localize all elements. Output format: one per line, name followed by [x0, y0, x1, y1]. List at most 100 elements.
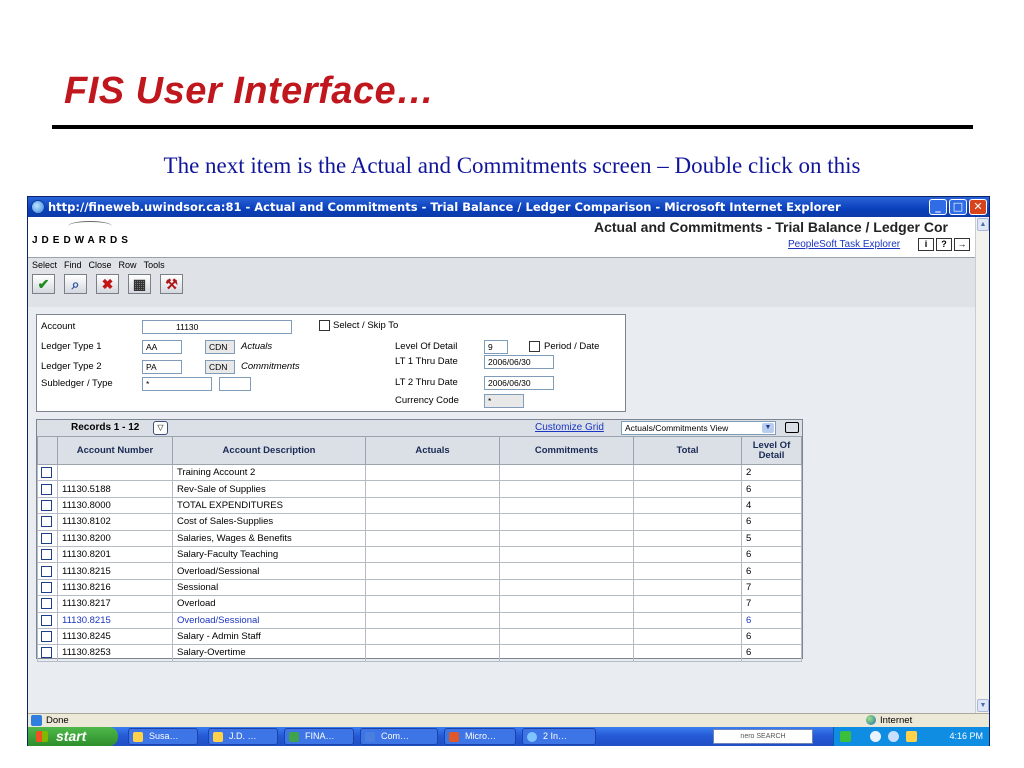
taskbar-item-com[interactable]: Com…: [360, 728, 438, 745]
close-x-icon[interactable]: ✖: [96, 274, 119, 294]
scroll-up-icon[interactable]: ▲: [977, 218, 989, 231]
row-grid-icon[interactable]: ▦: [128, 274, 151, 294]
tray-volume-icon[interactable]: [906, 731, 917, 742]
tray-messenger-icon[interactable]: [888, 731, 899, 742]
page-content: JDEDWARDS Actual and Commitments - Trial…: [28, 217, 975, 713]
nero-search-box[interactable]: nero SEARCH: [713, 729, 813, 744]
table-row[interactable]: 11130.8201 Salary-Faculty Teaching 6: [37, 545, 802, 564]
row-checkbox[interactable]: [41, 581, 52, 593]
col-commitments[interactable]: Commitments: [499, 436, 634, 465]
grid-toolbar: Records 1 - 12 ▽ Customize Grid Actuals/…: [37, 420, 802, 436]
menu-tools[interactable]: Tools: [144, 260, 165, 270]
grid-expand-icon[interactable]: [785, 422, 799, 433]
internet-explorer-icon: [31, 200, 45, 214]
taskbar-item-susa[interactable]: Susa…: [128, 728, 198, 745]
table-row[interactable]: 11130.8215 Overload/Sessional 6: [37, 611, 802, 629]
cell-account: 11130.8200: [57, 529, 173, 547]
col-account-number[interactable]: Account Number: [57, 436, 173, 465]
peoplesoft-task-explorer-link[interactable]: PeopleSoft Task Explorer: [788, 239, 900, 250]
grid-view-select[interactable]: Actuals/Commitments View ▼: [621, 421, 776, 435]
row-checkbox[interactable]: [41, 598, 52, 610]
cell-total: [633, 611, 742, 629]
cell-actuals: [365, 463, 500, 482]
cell-level: 7: [741, 578, 802, 597]
table-row[interactable]: 11130.8200 Salaries, Wages & Benefits 5: [37, 529, 802, 547]
col-level-of-detail[interactable]: Level Of Detail: [741, 436, 802, 465]
table-row[interactable]: 11130.8253 Salary-Overtime 6: [37, 644, 802, 662]
customize-grid-link[interactable]: Customize Grid: [535, 422, 604, 433]
cell-level: 6: [741, 611, 802, 629]
table-row[interactable]: 11130.8215 Overload/Sessional 6: [37, 562, 802, 580]
select-skip-checkbox[interactable]: [319, 320, 330, 331]
cell-account: 11130.8102: [57, 513, 173, 531]
period-date-checkbox[interactable]: [529, 341, 540, 352]
subledger-type-field[interactable]: [219, 377, 251, 391]
subledger-field[interactable]: *: [142, 377, 212, 391]
cell-actuals: [365, 578, 500, 597]
row-checkbox[interactable]: [41, 532, 52, 544]
system-tray: 4:16 PM: [833, 727, 989, 746]
cell-description: Overload: [172, 595, 366, 613]
cell-account: [57, 463, 173, 482]
row-checkbox[interactable]: [41, 549, 52, 561]
col-actuals[interactable]: Actuals: [365, 436, 500, 465]
window-title: http://fineweb.uwindsor.ca:81 - Actual a…: [48, 200, 841, 214]
row-checkbox[interactable]: [41, 467, 52, 479]
taskbar-item-fina[interactable]: FINA…: [284, 728, 354, 745]
table-row[interactable]: 11130.8217 Overload 7: [37, 595, 802, 613]
start-button[interactable]: start: [28, 727, 118, 746]
records-dropdown-icon[interactable]: ▽: [153, 421, 168, 435]
lt1-thru-date-field[interactable]: 2006/06/30: [484, 355, 554, 369]
taskbar-item-ie[interactable]: 2 In…: [522, 728, 596, 745]
tray-arrow-icon[interactable]: [840, 731, 851, 742]
taskbar-item-jd[interactable]: J.D. …: [208, 728, 278, 745]
scroll-down-icon[interactable]: ▼: [977, 699, 989, 712]
find-magnifier-icon[interactable]: ⌕: [64, 274, 87, 294]
cell-account: 11130.8216: [57, 578, 173, 597]
taskbar-clock: 4:16 PM: [949, 731, 983, 741]
row-checkbox[interactable]: [41, 516, 52, 528]
info-icon[interactable]: i: [918, 238, 934, 251]
ledger-type1-field[interactable]: AA: [142, 340, 182, 354]
row-checkbox[interactable]: [41, 647, 52, 659]
minimize-button[interactable]: _: [929, 199, 947, 215]
level-of-detail-field[interactable]: 9: [484, 340, 508, 354]
cell-actuals: [365, 595, 500, 613]
row-checkbox[interactable]: [41, 614, 52, 626]
help-icon[interactable]: ?: [936, 238, 952, 251]
lt2-thru-date-field[interactable]: 2006/06/30: [484, 376, 554, 390]
cell-total: [633, 562, 742, 580]
tools-icon[interactable]: ⚒: [160, 274, 183, 294]
table-row[interactable]: 11130.8245 Salary - Admin Staff 6: [37, 627, 802, 646]
maximize-button[interactable]: □: [949, 199, 967, 215]
row-checkbox[interactable]: [41, 499, 52, 511]
records-count: Records 1 - 12: [71, 422, 140, 433]
col-total[interactable]: Total: [633, 436, 742, 465]
exit-icon[interactable]: →: [954, 238, 970, 251]
taskbar-item-micro[interactable]: Micro…: [444, 728, 516, 745]
currency-code-field[interactable]: *: [484, 394, 524, 408]
table-row[interactable]: 11130.8102 Cost of Sales-Supplies 6: [37, 513, 802, 531]
col-account-description[interactable]: Account Description: [172, 436, 366, 465]
table-row[interactable]: 11130.8000 TOTAL EXPENDITURES 4: [37, 496, 802, 515]
table-row[interactable]: 11130.8216 Sessional 7: [37, 578, 802, 597]
account-field[interactable]: 11130: [142, 320, 292, 334]
slide-title: FIS User Interface…: [64, 70, 435, 112]
table-row[interactable]: 11130.5188 Rev-Sale of Supplies 6: [37, 480, 802, 498]
cell-account: 11130.8217: [57, 595, 173, 613]
cell-commitments: [499, 480, 634, 498]
row-checkbox[interactable]: [41, 631, 52, 643]
table-row[interactable]: Training Account 2 2: [37, 463, 802, 482]
ledger-type2-field[interactable]: PA: [142, 360, 182, 374]
menu-find[interactable]: Find: [64, 260, 82, 270]
select-checkmark-icon[interactable]: ✔: [32, 274, 55, 294]
menu-close[interactable]: Close: [89, 260, 112, 270]
row-checkbox[interactable]: [41, 483, 52, 495]
row-checkbox[interactable]: [41, 565, 52, 577]
menu-row[interactable]: Row: [119, 260, 137, 270]
tray-network-icon[interactable]: [870, 731, 881, 742]
close-window-button[interactable]: ✕: [969, 199, 987, 215]
window-titlebar[interactable]: http://fineweb.uwindsor.ca:81 - Actual a…: [28, 197, 989, 217]
menu-select[interactable]: Select: [32, 260, 57, 270]
vertical-scrollbar[interactable]: ▲ ▼: [975, 217, 989, 713]
